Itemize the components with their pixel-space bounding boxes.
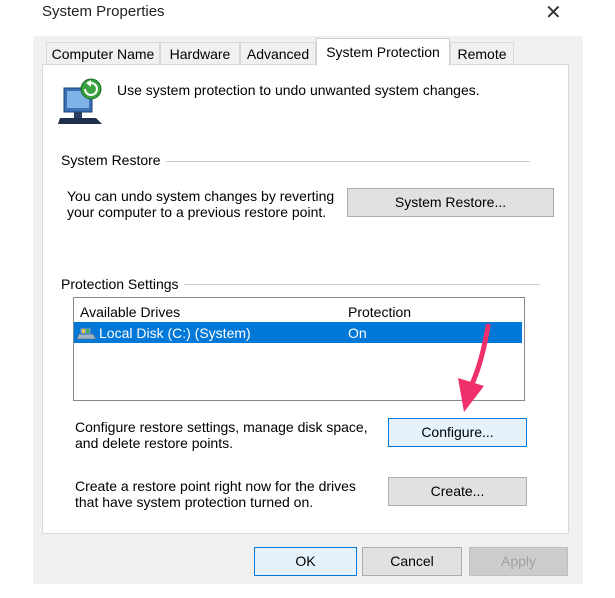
drive-protection-status: On [348, 325, 367, 341]
ok-button[interactable]: OK [254, 547, 357, 576]
system-restore-group-label: System Restore [61, 152, 161, 168]
tab-hardware[interactable]: Hardware [160, 42, 240, 64]
create-description: Create a restore point right now for the… [75, 478, 356, 510]
close-icon[interactable]: ✕ [545, 0, 562, 25]
system-restore-button[interactable]: System Restore... [347, 188, 554, 217]
window-title: System Properties [42, 3, 165, 20]
intro-text: Use system protection to undo unwanted s… [117, 82, 480, 98]
annotation-arrow-icon [448, 322, 498, 414]
system-protection-icon [58, 78, 106, 124]
drive-icon [76, 325, 97, 341]
column-header-available-drives[interactable]: Available Drives [80, 304, 180, 320]
system-restore-divider [166, 161, 530, 162]
drive-name: Local Disk (C:) (System) [99, 325, 251, 341]
tab-system-protection[interactable]: System Protection [316, 38, 450, 66]
tab-computer-name[interactable]: Computer Name [46, 42, 160, 64]
create-button[interactable]: Create... [388, 477, 527, 506]
protection-settings-divider [184, 284, 540, 285]
protection-settings-group-label: Protection Settings [61, 276, 179, 292]
tab-remote[interactable]: Remote [450, 42, 514, 64]
system-restore-description: You can undo system changes by reverting… [67, 188, 335, 220]
apply-button[interactable]: Apply [469, 547, 568, 576]
column-header-protection[interactable]: Protection [348, 304, 411, 320]
configure-description: Configure restore settings, manage disk … [75, 419, 368, 451]
tab-advanced[interactable]: Advanced [240, 42, 316, 64]
configure-button[interactable]: Configure... [388, 418, 527, 447]
cancel-button[interactable]: Cancel [362, 547, 462, 576]
